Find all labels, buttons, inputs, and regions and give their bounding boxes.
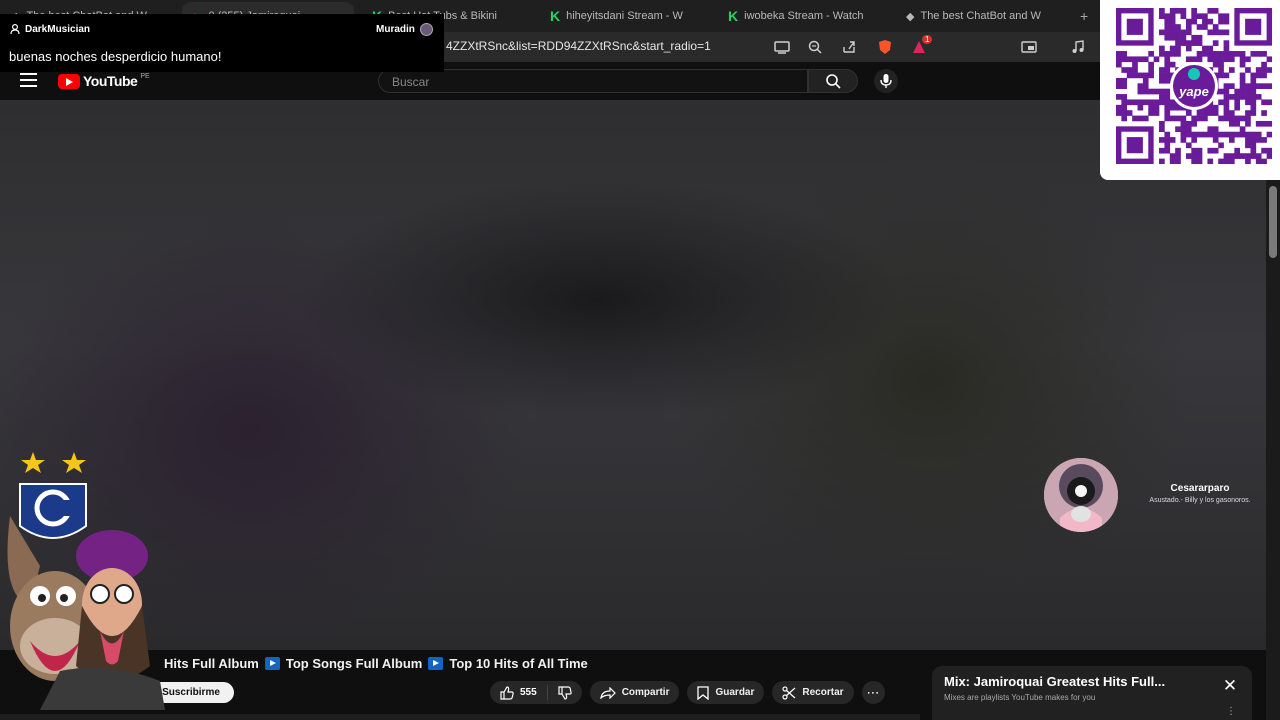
microphone-icon bbox=[880, 74, 892, 88]
play-button-emoji-icon bbox=[264, 657, 280, 670]
notification-avatar bbox=[1044, 458, 1118, 532]
mix-subtitle: Mixes are playlists YouTube makes for yo… bbox=[944, 693, 1096, 702]
tab-kick-3[interactable]: K iwobeka Stream - Watch bbox=[716, 2, 892, 30]
video-actions: 555 Compartir Guardar Recortar ⋯ bbox=[490, 681, 885, 704]
scissors-icon bbox=[782, 685, 796, 700]
stream-mascot bbox=[0, 446, 170, 715]
youtube-play-icon bbox=[58, 73, 80, 89]
tab-chatbot-2[interactable]: ◆ The best ChatBot and W bbox=[894, 2, 1070, 30]
yape-qr-code: yape bbox=[1100, 0, 1280, 180]
video-title: Hits Full Album Top Songs Full Album Top… bbox=[164, 656, 588, 671]
search-button[interactable] bbox=[808, 69, 858, 93]
thumbs-down-icon bbox=[558, 685, 572, 700]
youtube-logo[interactable]: YouTube PE bbox=[58, 73, 150, 89]
media-control-icon[interactable] bbox=[1069, 38, 1087, 56]
picture-in-picture-icon[interactable] bbox=[1020, 38, 1038, 56]
voice-search-button[interactable] bbox=[874, 69, 898, 93]
play-button-emoji-icon bbox=[428, 657, 444, 670]
more-actions-button[interactable]: ⋯ bbox=[861, 681, 885, 704]
zoom-icon[interactable] bbox=[806, 38, 824, 56]
brave-shield-icon[interactable] bbox=[876, 38, 894, 56]
mix-options-icon[interactable]: ⋮ bbox=[1226, 706, 1236, 717]
url-field[interactable]: 4ZZXtRSnc&list=RDD94ZZXtRSnc&start_radio… bbox=[446, 39, 711, 53]
chat-username: DarkMusician bbox=[10, 24, 90, 35]
search-input[interactable]: Buscar bbox=[378, 69, 808, 93]
rewards-badge: 1 bbox=[922, 35, 933, 44]
tab-kick-2[interactable]: K hiheyitsdani Stream - W bbox=[538, 2, 714, 30]
share-icon[interactable] bbox=[840, 38, 858, 56]
menu-icon[interactable] bbox=[20, 73, 37, 87]
notification-song: Asustado.- Billy y los gasonoros. bbox=[1149, 497, 1251, 504]
kick-icon: K bbox=[550, 8, 561, 24]
mix-title: Mix: Jamiroquai Greatest Hits Full... bbox=[944, 674, 1166, 689]
chat-avatar-icon bbox=[419, 23, 433, 36]
notification-name: Cesararparo bbox=[1170, 483, 1230, 494]
chat-overlay: DarkMusician Muradin buenas noches despe… bbox=[0, 14, 444, 72]
like-dislike-group: 555 bbox=[490, 681, 582, 704]
new-tab-button[interactable]: + bbox=[1080, 8, 1088, 24]
diamond-icon: ◆ bbox=[906, 10, 915, 23]
search-icon bbox=[826, 74, 841, 89]
bookmark-icon bbox=[697, 685, 710, 700]
dislike-button[interactable] bbox=[548, 681, 582, 704]
kick-icon: K bbox=[728, 8, 739, 24]
star-icon bbox=[62, 452, 86, 473]
mix-playlist-panel[interactable]: Mix: Jamiroquai Greatest Hits Full... Mi… bbox=[932, 666, 1252, 720]
video-player[interactable] bbox=[0, 100, 1266, 650]
chat-right-user: Muradin bbox=[376, 23, 433, 36]
user-icon bbox=[10, 24, 20, 35]
page-scrollbar[interactable] bbox=[1266, 180, 1280, 720]
mix-close-button[interactable]: ✕ bbox=[1222, 677, 1238, 694]
like-button[interactable]: 555 bbox=[490, 681, 547, 704]
chat-message: buenas noches desperdicio humano! bbox=[9, 49, 222, 64]
star-icon bbox=[21, 452, 45, 473]
yape-logo-text: yape bbox=[1178, 84, 1209, 99]
save-button[interactable]: Guardar bbox=[687, 681, 765, 704]
thumbs-up-icon bbox=[500, 685, 514, 700]
clip-button[interactable]: Recortar bbox=[772, 681, 854, 704]
share-button[interactable]: Compartir bbox=[589, 681, 680, 704]
scrollbar-thumb[interactable] bbox=[1269, 186, 1277, 258]
share-arrow-icon bbox=[599, 686, 616, 699]
cast-icon[interactable] bbox=[773, 38, 791, 56]
